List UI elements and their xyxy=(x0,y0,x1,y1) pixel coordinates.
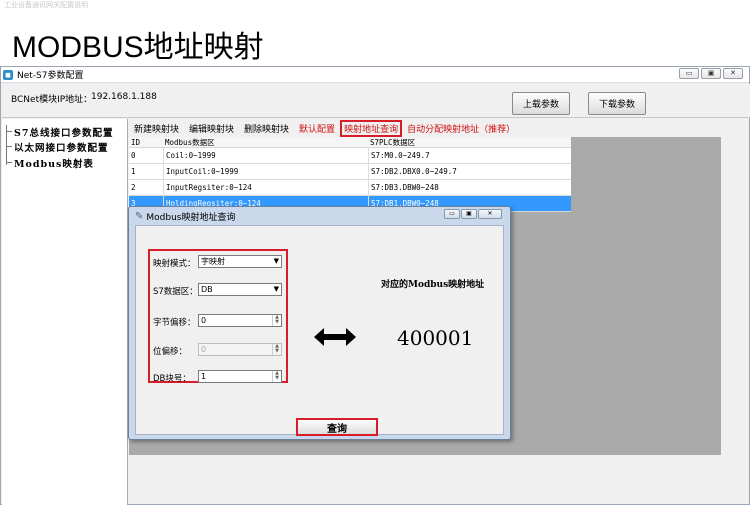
cell-modbus: Coil:0~1999 xyxy=(163,148,368,163)
mapping-table: ID Modbus数据区 S7PLC数据区 0 Coil:0~1999 S7:M… xyxy=(129,137,571,212)
app-icon: ◼ xyxy=(3,69,13,80)
menu-address-query[interactable]: 映射地址查询 xyxy=(340,119,403,137)
query-button[interactable]: 查询 xyxy=(296,418,378,436)
cell-id: 0 xyxy=(131,151,136,160)
table-header-row: ID Modbus数据区 S7PLC数据区 xyxy=(129,137,571,148)
window-controls: ▭ ▣ ✕ xyxy=(679,68,743,79)
menu-edit-block[interactable]: 编辑映射块 xyxy=(184,122,239,135)
byte-offset-label: 字节偏移： xyxy=(153,318,196,328)
byte-offset-stepper[interactable]: 0 ▲ ▼ xyxy=(198,314,282,327)
byte-offset-value: 0 xyxy=(201,316,207,325)
address-query-dialog: ✎ Modbus映射地址查询 ▭ ▣ ✕ 映射模式： 字映射 ▼ S7数据区： … xyxy=(128,206,511,440)
mode-select[interactable]: 字映射 ▼ xyxy=(198,255,282,268)
cell-modbus: InputRegsiter:0~124 xyxy=(163,180,368,195)
window-titlebar: ◼ Net-S7参数配置 ▭ ▣ ✕ xyxy=(1,67,749,83)
close-button[interactable]: ✕ xyxy=(723,68,743,79)
header-s7: S7PLC数据区 xyxy=(370,137,416,147)
dialog-body: 映射模式： 字映射 ▼ S7数据区： DB ▼ 字节偏移： 0 ▲ ▼ 位偏移： … xyxy=(135,225,504,436)
header-id: ID xyxy=(131,137,141,147)
spin-arrows-icon: ▲ ▼ xyxy=(272,344,281,355)
menu-auto-assign[interactable]: 自动分配映射地址（推荐） xyxy=(402,122,520,135)
upload-button[interactable]: 上载参数 xyxy=(512,92,570,115)
dialog-title: Modbus映射地址查询 xyxy=(146,213,236,223)
dialog-titlebar: ✎ Modbus映射地址查询 xyxy=(135,210,235,223)
db-number-stepper[interactable]: 1 ▲ ▼ xyxy=(198,370,282,383)
bit-offset-value: 0 xyxy=(201,345,207,354)
cell-modbus: InputCoil:0~1999 xyxy=(163,164,368,179)
cell-id: 1 xyxy=(131,167,136,176)
tree-item-modbus-map[interactable]: Modbus映射表 xyxy=(14,156,94,170)
menu-default-config[interactable]: 默认配置 xyxy=(294,122,340,135)
table-row[interactable]: 0 Coil:0~1999 S7:M0.0~249.7 xyxy=(129,148,571,164)
menu-delete-block[interactable]: 删除映射块 xyxy=(239,122,294,135)
mode-label: 映射模式： xyxy=(153,259,196,269)
tree-connector xyxy=(6,162,12,163)
dialog-minimize-button[interactable]: ▭ xyxy=(444,209,460,219)
cell-s7: S7:M0.0~249.7 xyxy=(368,148,571,163)
maximize-button[interactable]: ▣ xyxy=(701,68,721,79)
cell-id: 2 xyxy=(131,183,136,192)
window-title: Net-S7参数配置 xyxy=(17,71,84,81)
menu-strip: 新建映射块 编辑映射块 删除映射块 默认配置 映射地址查询 自动分配映射地址（推… xyxy=(129,119,721,137)
dialog-app-icon: ✎ xyxy=(135,211,144,222)
minimize-button[interactable]: ▭ xyxy=(679,68,699,79)
dialog-controls: ▭ ▣ ✕ xyxy=(444,209,502,219)
tree-connector xyxy=(6,146,12,147)
ip-value-field[interactable]: 192.168.1.188 xyxy=(91,92,157,102)
spin-arrows-icon[interactable]: ▲ ▼ xyxy=(272,371,281,382)
s7area-select-value: DB xyxy=(201,285,213,294)
dialog-maximize-button[interactable]: ▣ xyxy=(461,209,477,219)
table-row[interactable]: 2 InputRegsiter:0~124 S7:DB3.DBW0~248 xyxy=(129,180,571,196)
cell-s7: S7:DB2.DBX0.0~249.7 xyxy=(368,164,571,179)
ip-bar: BCNet模块IP地址： 192.168.1.188 上载参数 下载参数 xyxy=(2,84,750,118)
tree-item-s7-bus[interactable]: S7总线接口参数配置 xyxy=(14,125,113,139)
header-modbus: Modbus数据区 xyxy=(165,137,215,147)
download-button[interactable]: 下载参数 xyxy=(588,92,646,115)
table-row[interactable]: 1 InputCoil:0~1999 S7:DB2.DBX0.0~249.7 xyxy=(129,164,571,180)
double-arrow-icon xyxy=(314,328,356,346)
db-number-value: 1 xyxy=(201,372,207,381)
chevron-down-icon: ▼ xyxy=(273,285,279,293)
bit-offset-stepper: 0 ▲ ▼ xyxy=(198,343,282,356)
mode-select-value: 字映射 xyxy=(201,257,225,266)
page-heading: MODBUS地址映射 xyxy=(12,31,264,64)
result-value: 400001 xyxy=(397,326,474,350)
menu-new-block[interactable]: 新建映射块 xyxy=(129,122,184,135)
s7area-select[interactable]: DB ▼ xyxy=(198,283,282,296)
bit-offset-label: 位偏移： xyxy=(153,347,188,357)
tree-pane: S7总线接口参数配置 以太网接口参数配置 Modbus映射表 xyxy=(2,119,128,505)
db-number-label: DB块号： xyxy=(153,374,191,384)
spin-arrows-icon[interactable]: ▲ ▼ xyxy=(272,315,281,326)
chevron-down-icon: ▼ xyxy=(273,257,279,265)
dialog-close-button[interactable]: ✕ xyxy=(478,209,502,219)
result-title: 对应的Modbus映射地址 xyxy=(381,280,485,290)
ip-label: BCNet模块IP地址： xyxy=(11,95,93,105)
tree-item-ethernet[interactable]: 以太网接口参数配置 xyxy=(14,140,109,154)
cell-s7: S7:DB3.DBW0~248 xyxy=(368,180,571,195)
s7area-label: S7数据区： xyxy=(153,287,198,297)
tree-connector xyxy=(6,131,12,132)
watermark-caption: 工业设备通讯网关配置说明 xyxy=(4,1,88,9)
